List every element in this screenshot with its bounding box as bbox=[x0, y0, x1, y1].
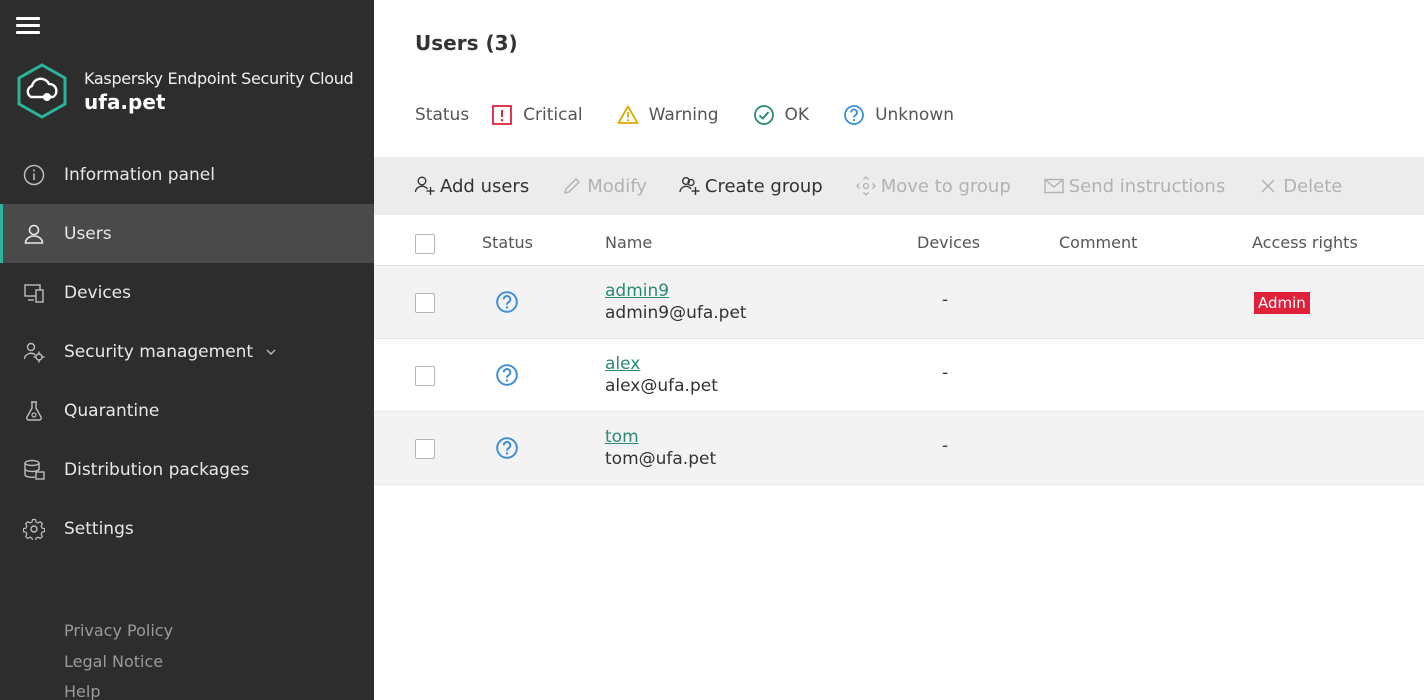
sidebar-item-label: Distribution packages bbox=[64, 459, 250, 480]
sidebar-item-users[interactable]: Users bbox=[0, 204, 374, 263]
sidebar-item-security-management[interactable]: Security management bbox=[0, 322, 374, 381]
legend-unknown-label: Unknown bbox=[875, 105, 954, 125]
move-icon bbox=[855, 176, 876, 196]
devices-count: - bbox=[942, 363, 949, 383]
column-header-access-rights[interactable]: Access rights bbox=[1252, 233, 1358, 252]
add-users-label: Add users bbox=[440, 175, 530, 197]
legend-critical: Critical bbox=[491, 104, 583, 126]
table-row[interactable]: alex alex@ufa.pet - bbox=[374, 339, 1424, 412]
distribution-packages-icon bbox=[24, 459, 45, 480]
sidebar-item-information-panel[interactable]: Information panel bbox=[0, 145, 374, 204]
quarantine-icon bbox=[26, 400, 42, 421]
select-all-checkbox[interactable] bbox=[415, 234, 435, 254]
sidebar-item-distribution-packages[interactable]: Distribution packages bbox=[0, 440, 374, 499]
unknown-icon bbox=[496, 291, 518, 313]
column-header-comment[interactable]: Comment bbox=[1059, 233, 1137, 252]
unknown-icon bbox=[844, 105, 864, 125]
info-icon bbox=[23, 164, 45, 185]
help-link[interactable]: Help bbox=[64, 677, 173, 700]
sidebar-nav: Information panel Users Devices Security… bbox=[0, 145, 374, 558]
security-management-icon bbox=[23, 342, 45, 362]
add-users-button[interactable]: Add users bbox=[414, 175, 529, 197]
legend-ok-label: OK bbox=[784, 105, 810, 125]
devices-icon bbox=[24, 283, 44, 303]
brand: Kaspersky Endpoint Security Cloud ufa.pe… bbox=[14, 62, 354, 120]
gear-icon bbox=[23, 518, 45, 540]
modify-button[interactable]: Modify bbox=[561, 175, 647, 197]
legend-ok: OK bbox=[753, 104, 810, 126]
sidebar-item-label: Settings bbox=[64, 518, 134, 539]
sidebar-item-label: Security management bbox=[64, 341, 254, 362]
devices-count: - bbox=[942, 290, 949, 310]
row-checkbox[interactable] bbox=[415, 293, 435, 313]
toolbar: Add users Modify Create group Move to gr… bbox=[374, 157, 1424, 215]
critical-icon bbox=[492, 105, 513, 125]
add-user-icon bbox=[414, 176, 435, 195]
user-email: alex@ufa.pet bbox=[605, 376, 718, 396]
menu-icon[interactable] bbox=[16, 14, 40, 36]
create-group-icon bbox=[679, 177, 700, 195]
sidebar-item-label: Information panel bbox=[64, 164, 215, 185]
warning-icon bbox=[617, 105, 639, 124]
ok-icon bbox=[753, 105, 774, 125]
users-table: Status Name Devices Comment Access right… bbox=[374, 215, 1424, 485]
user-name-link[interactable]: tom bbox=[605, 426, 716, 448]
main-content: Users (3) Status Critical Warning OK Unk… bbox=[374, 0, 1424, 700]
table-row[interactable]: admin9 admin9@ufa.pet - Admin bbox=[374, 266, 1424, 339]
legal-notice-link[interactable]: Legal Notice bbox=[64, 647, 173, 678]
legend-unknown: Unknown bbox=[843, 104, 954, 126]
table-header: Status Name Devices Comment Access right… bbox=[374, 215, 1424, 266]
user-name-link[interactable]: admin9 bbox=[605, 280, 747, 302]
product-name: Kaspersky Endpoint Security Cloud bbox=[84, 68, 354, 88]
user-name-link[interactable]: alex bbox=[605, 353, 718, 375]
admin-badge: Admin bbox=[1254, 292, 1310, 314]
send-instructions-button[interactable]: Send instructions bbox=[1043, 175, 1225, 197]
legend-warning: Warning bbox=[617, 104, 719, 126]
privacy-policy-link[interactable]: Privacy Policy bbox=[64, 616, 173, 647]
legend-critical-label: Critical bbox=[523, 105, 583, 125]
sidebar-footer: Privacy Policy Legal Notice Help bbox=[64, 616, 173, 700]
user-email: tom@ufa.pet bbox=[605, 449, 717, 469]
sidebar-item-quarantine[interactable]: Quarantine bbox=[0, 381, 374, 440]
sidebar: Kaspersky Endpoint Security Cloud ufa.pe… bbox=[0, 0, 374, 700]
user-email: admin9@ufa.pet bbox=[605, 303, 747, 323]
create-group-label: Create group bbox=[704, 175, 823, 197]
organization-name: ufa.pet bbox=[84, 89, 166, 114]
sidebar-item-label: Devices bbox=[64, 282, 131, 303]
legend-warning-label: Warning bbox=[648, 105, 719, 125]
column-header-status[interactable]: Status bbox=[482, 233, 533, 252]
move-to-group-label: Move to group bbox=[880, 175, 1011, 197]
delete-label: Delete bbox=[1283, 175, 1343, 197]
user-icon bbox=[24, 224, 44, 244]
sidebar-item-label: Users bbox=[64, 223, 112, 244]
create-group-button[interactable]: Create group bbox=[679, 175, 823, 197]
sidebar-item-label: Quarantine bbox=[64, 400, 160, 421]
row-checkbox[interactable] bbox=[415, 439, 435, 459]
sidebar-item-settings[interactable]: Settings bbox=[0, 499, 374, 558]
column-header-name[interactable]: Name bbox=[605, 233, 652, 252]
kaspersky-logo-icon bbox=[17, 63, 67, 119]
move-to-group-button[interactable]: Move to group bbox=[855, 175, 1011, 197]
table-row[interactable]: tom tom@ufa.pet - bbox=[374, 412, 1424, 485]
devices-count: - bbox=[942, 436, 949, 456]
column-header-devices[interactable]: Devices bbox=[917, 233, 980, 252]
chevron-down-icon bbox=[266, 349, 276, 355]
close-icon bbox=[1261, 179, 1275, 193]
modify-label: Modify bbox=[587, 175, 647, 197]
sidebar-item-devices[interactable]: Devices bbox=[0, 263, 374, 322]
unknown-icon bbox=[496, 364, 518, 386]
unknown-icon bbox=[496, 437, 518, 459]
envelope-icon bbox=[1044, 178, 1064, 194]
row-checkbox[interactable] bbox=[415, 366, 435, 386]
pencil-icon bbox=[564, 178, 580, 194]
send-instructions-label: Send instructions bbox=[1068, 175, 1226, 197]
page-title: Users (3) bbox=[415, 31, 518, 55]
delete-button[interactable]: Delete bbox=[1257, 175, 1342, 197]
status-legend-label: Status bbox=[415, 105, 470, 125]
status-legend: Status Critical Warning OK Unknown bbox=[415, 104, 988, 126]
